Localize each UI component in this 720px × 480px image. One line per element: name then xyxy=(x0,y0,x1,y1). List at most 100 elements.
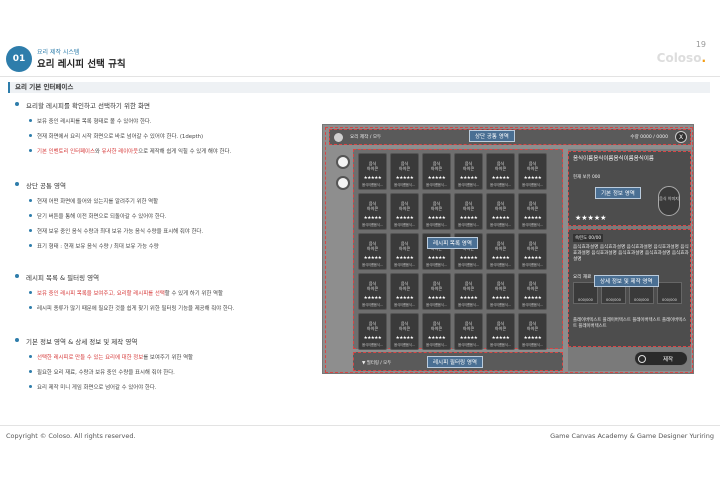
card-food-name: 음식이름음식... xyxy=(394,343,415,347)
recipe-card[interactable]: 음식아이콘 ★★★★★ 음식이름음식... xyxy=(390,313,419,350)
bullet-heading: 기본 정보 영역 & 상세 정보 및 제작 영역 xyxy=(14,336,314,346)
recipe-card[interactable]: 음식아이콘 ★★★★★ 음식이름음식... xyxy=(358,193,387,230)
card-stars: ★★★★★ xyxy=(395,336,414,341)
logo-text: Coloso xyxy=(656,51,702,65)
recipe-card[interactable]: 음식아이콘 ★★★★★ 음식이름음식... xyxy=(518,193,547,230)
card-stars: ★★★★★ xyxy=(523,256,542,261)
recipe-card[interactable]: 음식아이콘 ★★★★★ 음식이름음식... xyxy=(422,193,451,230)
tab-category-1[interactable] xyxy=(336,155,350,169)
food-icon-label: 음식아이콘 xyxy=(398,321,411,331)
right-panel: 음식이름음식이름음식이름음식이름 현재 보유 000 음식 이미지 ★★★★★ … xyxy=(568,149,691,371)
recipe-card[interactable]: 음식아이콘 ★★★★★ 음식이름음식... xyxy=(422,153,451,190)
recipe-card[interactable]: 음식아이콘 ★★★★★ 음식이름음식... xyxy=(518,153,547,190)
slide-supertitle: 요리 제작 시스템 xyxy=(37,49,80,56)
card-food-name: 음식이름음식... xyxy=(426,343,447,347)
food-icon-label: 음식아이콘 xyxy=(366,201,379,211)
recipe-card[interactable]: 음식아이콘 ★★★★★ 음식이름음식... xyxy=(358,273,387,310)
card-food-name: 음식이름음식... xyxy=(394,223,415,227)
card-food-name: 음식이름음식... xyxy=(394,303,415,307)
food-icon-label: 음식아이콘 xyxy=(398,161,411,171)
craft-button[interactable]: 제작 xyxy=(634,351,688,366)
bullet-group-info-detail: 기본 정보 영역 & 상세 정보 및 제작 영역 선택한 레시피로 만들 수 있… xyxy=(14,336,314,391)
food-icon-label: 음식아이콘 xyxy=(366,241,379,251)
footer-divider xyxy=(0,425,720,426)
card-stars: ★★★★★ xyxy=(459,296,478,301)
card-food-name: 음식이름음식... xyxy=(490,263,511,267)
recipe-card[interactable]: 음식아이콘 ★★★★★ 음식이름음식... xyxy=(390,193,419,230)
recipe-card[interactable]: 음식아이콘 ★★★★★ 음식이름음식... xyxy=(518,233,547,270)
bullet-item: 기본 인벤토리 인터페이스와 유사한 레이아웃으로 제작해 쉽게 익힐 수 있게… xyxy=(14,147,314,155)
recipe-card[interactable]: 음식아이콘 ★★★★★ 음식이름음식... xyxy=(390,233,419,270)
slide-title: 요리 레시피 선택 규칙 xyxy=(37,59,126,70)
flavor-text: 플레이버텍스트 플레이버텍스트 플레이버텍스트 플레이버텍스트 플레이버텍스트 xyxy=(573,318,687,329)
card-stars: ★★★★★ xyxy=(523,296,542,301)
filter-dropdown[interactable]: ▼ 필터링 / 모두 xyxy=(362,360,391,366)
card-food-name: 음식이름음식... xyxy=(490,343,511,347)
food-name: 음식이름음식이름음식이름음식이름 xyxy=(573,156,654,162)
card-stars: ★★★★★ xyxy=(363,336,382,341)
card-stars: ★★★★★ xyxy=(459,336,478,341)
close-button[interactable]: X xyxy=(675,131,687,143)
recipe-card[interactable]: 음식아이콘 ★★★★★ 음식이름음식... xyxy=(486,313,515,350)
card-stars: ★★★★★ xyxy=(363,176,382,181)
food-icon-label: 음식아이콘 xyxy=(494,241,507,251)
circle-icon xyxy=(638,355,646,363)
card-stars: ★★★★★ xyxy=(427,296,446,301)
menu-icon[interactable] xyxy=(334,133,343,142)
recipe-card[interactable]: 음식아이콘 ★★★★★ 음식이름음식... xyxy=(454,153,483,190)
top-area-label: 상단 공통 영역 xyxy=(469,130,515,142)
header-divider xyxy=(0,76,720,77)
card-stars: ★★★★★ xyxy=(523,336,542,341)
recipe-card[interactable]: 음식아이콘 ★★★★★ 음식이름음식... xyxy=(518,273,547,310)
food-icon-label: 음식아이콘 xyxy=(494,161,507,171)
food-icon-label: 음식아이콘 xyxy=(398,281,411,291)
card-stars: ★★★★★ xyxy=(427,256,446,261)
copyright: Copyright © Coloso. All rights reserved. xyxy=(6,432,136,440)
card-stars: ★★★★★ xyxy=(491,296,510,301)
recipe-card[interactable]: 음식아이콘 ★★★★★ 음식이름음식... xyxy=(486,193,515,230)
card-stars: ★★★★★ xyxy=(363,296,382,301)
bullet-item: 필요한 요리 재료, 수량과 보유 중인 수량을 표시해 줘야 한다. xyxy=(14,368,314,376)
recipe-card[interactable]: 음식아이콘 ★★★★★ 음식이름음식... xyxy=(390,153,419,190)
recipe-card[interactable]: 음식아이콘 ★★★★★ 음식이름음식... xyxy=(422,273,451,310)
bullet-group-top-common: 상단 공통 영역 현재 어떤 화면에 들어와 있는지를 알려주기 위한 역할 닫… xyxy=(14,180,314,250)
detail-area-label: 상세 정보 및 제작 영역 xyxy=(594,275,659,287)
bullet-heading: 요리할 레시피를 확인하고 선택하기 위한 화면 xyxy=(14,100,314,110)
filter-area-label: 레시피 필터링 영역 xyxy=(427,356,483,368)
card-stars: ★★★★★ xyxy=(395,296,414,301)
recipe-card[interactable]: 음식아이콘 ★★★★★ 음식이름음식... xyxy=(454,273,483,310)
card-stars: ★★★★★ xyxy=(427,216,446,221)
recipe-grid: 음식 아이콘 ★★★★★ 음식이름음식... 음식 아이콘 ★★★★★ 음식이름음식... 음식… xyxy=(358,153,547,350)
food-icon-label: 음식아이콘 xyxy=(398,201,411,211)
food-icon-label: 음식아이콘 xyxy=(494,281,507,291)
food-effect-description: 음식효과설명 음식효과설명 음식효과설명 음식효과설명 음식효과설명 음식효과설… xyxy=(573,245,689,262)
recipe-card[interactable]: 음식아이콘 ★★★★★ 음식이름음식... xyxy=(454,313,483,350)
recipe-card[interactable]: 음식아이콘 ★★★★★ 음식이름음식... xyxy=(422,313,451,350)
recipe-card[interactable]: 음식아이콘 ★★★★★ 음식이름음식... xyxy=(390,273,419,310)
recipe-card[interactable]: 음식아이콘 ★★★★★ 음식이름음식... xyxy=(486,233,515,270)
ingredients-title: 요리 재료 xyxy=(573,275,592,280)
tab-category-2[interactable] xyxy=(336,176,350,190)
recipe-card[interactable]: 음식아이콘 ★★★★★ 음식이름음식... xyxy=(358,313,387,350)
card-food-name: 음식이름음식... xyxy=(394,183,415,187)
bullet-group-recipe-list: 레시피 목록 & 필터링 영역 보유 중인 레시피 목록을 보여주고, 요리할 … xyxy=(14,272,314,312)
recipe-card[interactable]: 음식아이콘 ★★★★★ 음식이름음식... xyxy=(486,273,515,310)
recipe-card[interactable]: 음식아이콘 ★★★★★ 음식이름음식... xyxy=(454,193,483,230)
card-food-name: 음식이름음식... xyxy=(426,183,447,187)
recipe-card[interactable]: 음식아이콘 ★★★★★ 음식이름음식... xyxy=(358,153,387,190)
card-food-name: 음식이름음식... xyxy=(522,183,543,187)
food-icon-label: 음식아이콘 xyxy=(526,281,539,291)
card-food-name: 음식이름음식... xyxy=(458,303,479,307)
card-stars: ★★★★★ xyxy=(395,216,414,221)
food-icon-label: 음식아이콘 xyxy=(494,201,507,211)
card-stars: ★★★★★ xyxy=(523,176,542,181)
bullet-item: 표기 형태 : 현재 보유 음식 수량 / 최대 보유 가능 수량 xyxy=(14,242,314,250)
recipe-card[interactable]: 음식아이콘 ★★★★★ 음식이름음식... xyxy=(518,313,547,350)
card-food-name: 음식이름음식... xyxy=(426,223,447,227)
recipe-card[interactable]: 음식아이콘 ★★★★★ 음식이름음식... xyxy=(486,153,515,190)
ingredient-slot[interactable]: 000/000 xyxy=(657,282,682,304)
recipe-list-area: 음식 아이콘 ★★★★★ 음식이름음식... 음식 아이콘 ★★★★★ 음식이름음식... 음식… xyxy=(353,149,563,350)
card-food-name: 음식이름음식... xyxy=(458,223,479,227)
basic-info-label: 기본 정보 영역 xyxy=(595,187,641,199)
recipe-card[interactable]: 음식아이콘 ★★★★★ 음식이름음식... xyxy=(358,233,387,270)
